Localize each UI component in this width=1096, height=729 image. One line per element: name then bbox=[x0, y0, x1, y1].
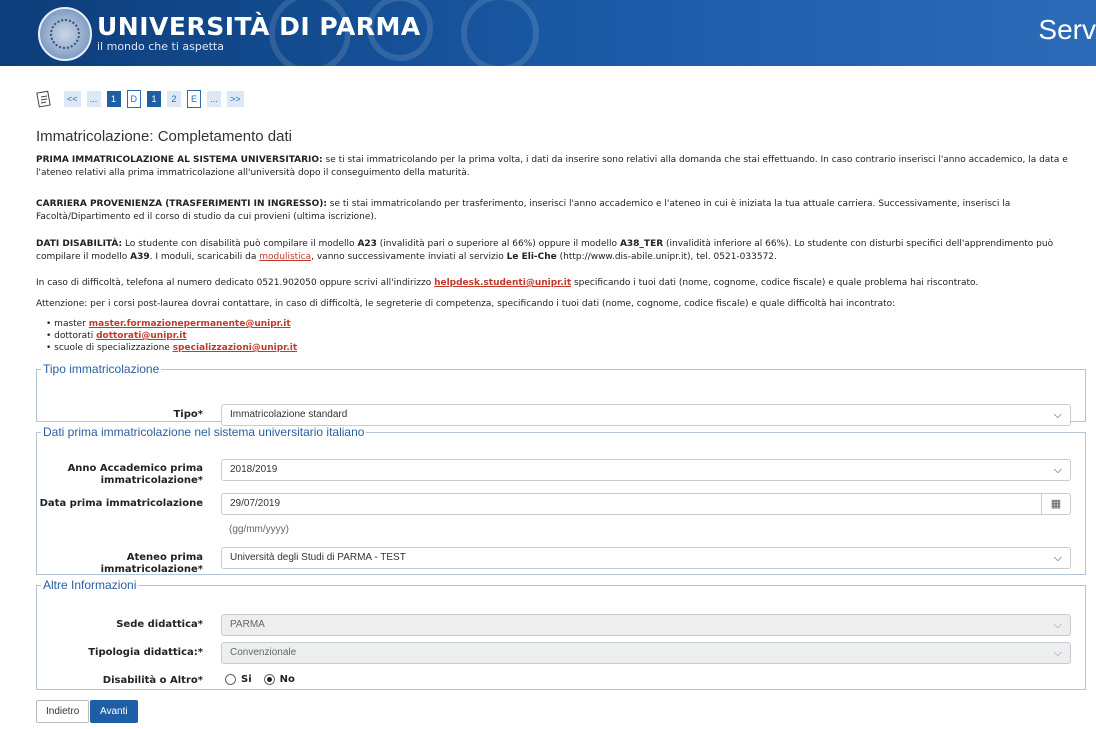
radio-no-label: No bbox=[279, 674, 295, 685]
list-item: dottorati dottorati@unipr.it bbox=[46, 330, 297, 342]
back-button[interactable]: Indietro bbox=[36, 700, 90, 723]
radio-si[interactable] bbox=[225, 674, 236, 685]
helpdesk-email-link[interactable]: helpdesk.studenti@unipr.it bbox=[434, 278, 571, 288]
ateneo-select[interactable]: Università degli Studi di PARMA - TEST ⌵ bbox=[221, 547, 1071, 569]
wizard-step-current[interactable]: 1 bbox=[147, 91, 162, 107]
sede-label: Sede didattica* bbox=[116, 619, 203, 630]
wizard-step-d[interactable]: D bbox=[126, 90, 142, 108]
contact-label: scuole di specializzazione bbox=[54, 343, 173, 353]
model-a38: A38_TER bbox=[619, 239, 664, 249]
info-text: (invalidità pari o superiore al 66%) opp… bbox=[376, 239, 620, 249]
anno-select-value: 2018/2019 bbox=[230, 464, 278, 475]
contact-label: master bbox=[54, 319, 89, 329]
master-email-link[interactable]: master.formazionepermanente@unipr.it bbox=[89, 319, 291, 329]
date-format-hint: (gg/mm/yyyy) bbox=[229, 524, 289, 535]
info-text: . I moduli, scaricabili da bbox=[149, 252, 260, 262]
list-item: master master.formazionepermanente@unipr… bbox=[46, 318, 297, 330]
wizard-step-2[interactable]: 2 bbox=[167, 91, 182, 107]
contact-email-list: master master.formazionepermanente@unipr… bbox=[46, 318, 297, 354]
radio-no[interactable] bbox=[263, 674, 275, 685]
disabilita-radio-group: Si No bbox=[221, 674, 295, 685]
wizard-steps: << ... 1 D 1 2 E ... >> bbox=[36, 90, 250, 108]
wizard-step-1[interactable]: 1 bbox=[106, 91, 121, 107]
radio-si-label: Si bbox=[241, 674, 252, 685]
tipo-immatricolazione-section: Tipo immatricolazione Tipo* Immatricolaz… bbox=[36, 362, 1086, 426]
chevron-down-icon: ⌵ bbox=[1053, 647, 1062, 659]
info-helpdesk: In caso di difficoltà, telefona al numer… bbox=[36, 277, 1088, 290]
prima-immatricolazione-section: Dati prima immatricolazione nel sistema … bbox=[36, 425, 1086, 575]
info-disability: DATI DISABILITÀ: Lo studente con disabil… bbox=[36, 238, 1088, 264]
brand[interactable]: UNIVERSITÀ DI PARMA il mondo che ti aspe… bbox=[97, 12, 421, 54]
modulistica-link[interactable]: modulistica bbox=[259, 252, 311, 262]
sede-select-value: PARMA bbox=[230, 619, 265, 630]
wizard-ellipsis[interactable]: ... bbox=[86, 91, 101, 107]
tipologia-select-value: Convenzionale bbox=[230, 647, 297, 658]
anno-select[interactable]: 2018/2019 ⌵ bbox=[221, 459, 1071, 481]
tipo-select[interactable]: Immatricolazione standard ⌵ bbox=[221, 404, 1071, 426]
page-title: Immatricolazione: Completamento dati bbox=[36, 128, 292, 145]
tipologia-select[interactable]: Convenzionale ⌵ bbox=[221, 642, 1071, 664]
next-button[interactable]: Avanti bbox=[90, 700, 138, 723]
university-seal-logo[interactable] bbox=[38, 7, 92, 61]
specializzazioni-email-link[interactable]: specializzazioni@unipr.it bbox=[173, 343, 297, 353]
wizard-last-button[interactable]: >> bbox=[227, 91, 244, 107]
wizard-first-button[interactable]: << bbox=[64, 91, 81, 107]
info-text: Lo studente con disabilità può compilare… bbox=[122, 239, 358, 249]
list-item: scuole di specializzazione specializzazi… bbox=[46, 342, 297, 354]
tipo-label: Tipo* bbox=[173, 409, 203, 420]
header-right-title: Serv bbox=[1038, 14, 1096, 45]
altre-informazioni-section: Altre Informazioni Sede didattica* PARMA… bbox=[36, 578, 1086, 690]
section-legend: Dati prima immatricolazione nel sistema … bbox=[43, 425, 365, 439]
info-text: specificando i tuoi dati (nome, cognome,… bbox=[571, 278, 979, 288]
wizard-step-e[interactable]: E bbox=[187, 90, 202, 108]
data-input-value: 29/07/2019 bbox=[230, 498, 281, 509]
university-tagline: il mondo che ti aspetta bbox=[97, 40, 224, 53]
site-header: UNIVERSITÀ DI PARMA il mondo che ti aspe… bbox=[0, 0, 1096, 66]
info-text: (http://www.dis-abile.unipr.it), tel. 05… bbox=[556, 252, 777, 262]
info-text: , vanno successivamente inviati al servi… bbox=[311, 252, 507, 262]
info-text: In caso di difficoltà, telefona al numer… bbox=[36, 278, 435, 288]
info-postgrad: Attenzione: per i corsi post-laurea dovr… bbox=[36, 299, 896, 309]
section-legend: Altre Informazioni bbox=[43, 578, 137, 592]
disabilita-label: Disabilità o Altro* bbox=[102, 675, 203, 686]
chevron-down-icon: ⌵ bbox=[1053, 464, 1062, 476]
anno-label: Anno Accademico prima immatricolazione* bbox=[67, 463, 203, 486]
info-career-origin: CARRIERA PROVENIENZA (TRASFERIMENTI IN I… bbox=[36, 198, 1088, 224]
data-input[interactable]: 29/07/2019 ▦ bbox=[221, 493, 1071, 515]
contact-label: dottorati bbox=[54, 331, 97, 341]
tipo-select-value: Immatricolazione standard bbox=[230, 409, 348, 420]
service-name: Le Eli-Che bbox=[506, 252, 557, 262]
ateneo-select-value: Università degli Studi di PARMA - TEST bbox=[230, 552, 406, 563]
model-a39: A39 bbox=[130, 252, 150, 262]
calendar-icon[interactable]: ▦ bbox=[1041, 494, 1070, 514]
chevron-down-icon: ⌵ bbox=[1053, 619, 1062, 631]
chevron-down-icon: ⌵ bbox=[1053, 409, 1062, 421]
model-a23: A23 bbox=[357, 239, 377, 249]
info-heading: CARRIERA PROVENIENZA (TRASFERIMENTI IN I… bbox=[36, 199, 327, 209]
info-heading: DATI DISABILITÀ: bbox=[36, 239, 123, 249]
section-legend: Tipo immatricolazione bbox=[43, 362, 160, 376]
data-label: Data prima immatricolazione bbox=[39, 498, 203, 509]
dottorati-email-link[interactable]: dottorati@unipr.it bbox=[96, 331, 187, 341]
wizard-ellipsis[interactable]: ... bbox=[207, 91, 222, 107]
sede-select[interactable]: PARMA ⌵ bbox=[221, 614, 1071, 636]
info-first-enrollment: PRIMA IMMATRICOLAZIONE AL SISTEMA UNIVER… bbox=[36, 154, 1088, 180]
info-heading: PRIMA IMMATRICOLAZIONE AL SISTEMA UNIVER… bbox=[36, 155, 323, 165]
ateneo-label: Ateneo prima immatricolazione* bbox=[100, 552, 203, 575]
tipologia-label: Tipologia didattica:* bbox=[88, 647, 203, 658]
chevron-down-icon: ⌵ bbox=[1053, 552, 1062, 564]
university-name: UNIVERSITÀ DI PARMA bbox=[97, 12, 421, 41]
checklist-icon bbox=[36, 90, 51, 108]
